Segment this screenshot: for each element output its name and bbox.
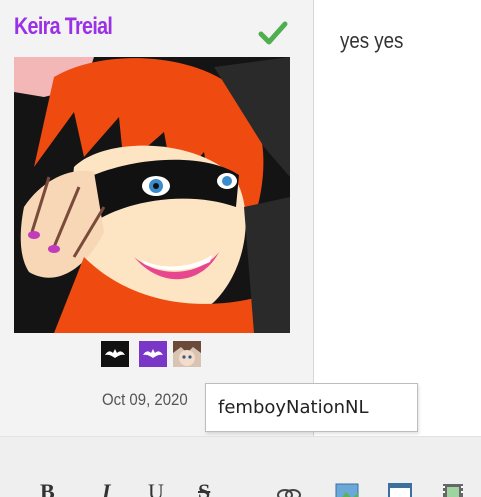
username-link[interactable]: Keira Treial [14, 13, 113, 41]
video-icon[interactable] [440, 483, 466, 497]
post-message: yes yes [340, 28, 404, 53]
window-icon[interactable] [387, 483, 413, 497]
image-icon[interactable] [334, 483, 360, 497]
link-icon[interactable] [276, 483, 302, 497]
bat-badge-purple-icon[interactable] [139, 341, 167, 367]
anime-avatar-badge-icon[interactable] [173, 341, 201, 367]
bat-badge-icon[interactable] [101, 341, 129, 367]
bold-button[interactable]: B [40, 479, 55, 497]
italic-button[interactable]: I [102, 479, 111, 497]
user-info-panel: Keira Treial Oct 09, 2020 [0, 0, 314, 436]
post-date[interactable]: Oct 09, 2020 [102, 390, 188, 410]
editor-toolbar: B I U S [0, 436, 481, 497]
tooltip: femboyNationNL [205, 383, 418, 432]
check-icon [258, 21, 288, 45]
user-avatar[interactable] [14, 57, 290, 333]
underline-button[interactable]: U [148, 479, 164, 497]
strikethrough-button[interactable]: S [198, 479, 210, 497]
